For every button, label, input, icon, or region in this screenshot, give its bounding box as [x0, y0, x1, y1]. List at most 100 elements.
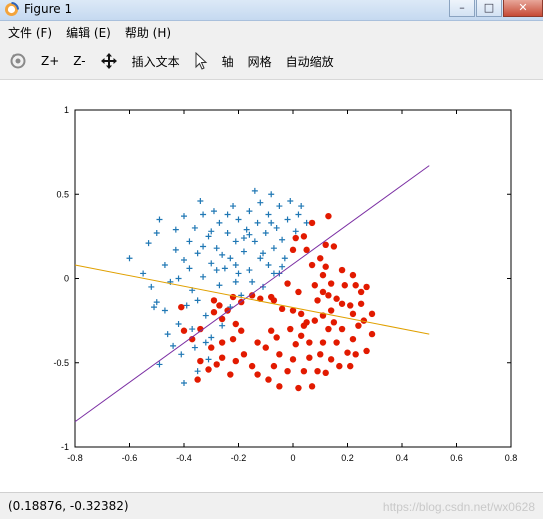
menu-edit[interactable]: 编辑 (E) [58, 24, 117, 41]
autoscale-button[interactable]: 自动缩放 [281, 47, 339, 75]
watermark: https://blog.csdn.net/wx0628 [382, 500, 535, 514]
circle-point [270, 362, 278, 370]
circle-point [254, 371, 261, 378]
circle-point [308, 261, 316, 269]
circle-point [325, 212, 332, 220]
circle-point [232, 320, 239, 328]
circle-point [347, 302, 354, 309]
y-tick-label: 1 [64, 105, 69, 115]
circle-point [338, 325, 346, 333]
pan-move-icon [100, 53, 117, 69]
circle-point [327, 307, 335, 314]
y-tick-label: 0.5 [56, 189, 69, 199]
x-tick-label: -0.4 [176, 453, 192, 463]
circle-point [218, 339, 226, 346]
circle-point [341, 282, 348, 289]
maximize-button[interactable]: □ [476, 0, 502, 17]
x-tick-label: 0.4 [396, 453, 409, 463]
circle-point [265, 376, 272, 383]
insert-text-button[interactable]: 插入文本 [127, 47, 185, 75]
circle-point [327, 356, 335, 363]
cursor-coordinates: (0.18876, -0.32382) [8, 499, 129, 513]
circle-point [347, 362, 354, 370]
circle-point [292, 234, 299, 242]
circle-point [352, 282, 359, 289]
circle-point [218, 354, 226, 361]
pointer-icon [195, 52, 207, 70]
circle-point [284, 367, 291, 375]
close-button[interactable]: ✕ [503, 0, 543, 17]
circle-point [300, 322, 308, 329]
menu-bar: 文件 (F) 编辑 (E) 帮助 (H) [0, 21, 543, 43]
circle-point [363, 283, 370, 291]
circle-point [216, 302, 223, 309]
circle-point [229, 293, 237, 301]
circle-point [240, 351, 248, 358]
circle-point [352, 351, 359, 358]
circle-point [289, 356, 297, 363]
x-tick-label: -0.6 [122, 453, 138, 463]
menu-help[interactable]: 帮助 (H) [117, 24, 177, 41]
circle-point [289, 246, 297, 254]
circle-point [180, 327, 188, 334]
circle-point [368, 330, 376, 338]
circle-point [349, 310, 357, 318]
rotate-button[interactable] [4, 47, 32, 75]
x-tick-label: 0 [290, 453, 295, 463]
circle-point [322, 263, 329, 270]
circle-point [229, 335, 237, 343]
circle-point [295, 384, 302, 392]
circle-point [194, 376, 201, 383]
toolbar: Z+ Z- 插入文本 轴 网格 自动缩放 [0, 43, 543, 80]
window-controls: – □ ✕ [448, 0, 543, 20]
circle-point [314, 367, 321, 375]
circle-point [319, 288, 327, 296]
octave-logo-icon [5, 2, 19, 16]
axes-box [74, 109, 512, 448]
circle-point [319, 339, 327, 346]
circle-point [344, 349, 351, 356]
window-title: Figure 1 [24, 2, 73, 16]
circle-point [297, 310, 305, 318]
circle-point [357, 300, 365, 307]
circle-point [314, 297, 321, 304]
circle-point [262, 344, 269, 351]
scatter-chart[interactable]: -0.8 -0.6 -0.4 -0.2 0 0.2 0.4 0.6 0.8 -1 -0.5 0 0.5 1 [0, 80, 543, 492]
rotate-icon [10, 53, 26, 69]
zoom-out-button[interactable]: Z- [68, 47, 90, 75]
circle-point [325, 292, 332, 299]
select-pointer-button[interactable] [189, 47, 213, 75]
circle-point [210, 309, 218, 316]
circle-point [197, 357, 204, 365]
axis-button[interactable]: 轴 [217, 47, 239, 75]
circle-point [205, 366, 212, 373]
circle-point [355, 322, 362, 329]
circle-point [210, 297, 218, 304]
grid-button[interactable]: 网格 [243, 47, 277, 75]
circle-point [232, 357, 239, 365]
circle-point [306, 339, 313, 346]
x-tick-label: 0.8 [505, 453, 518, 463]
zoom-in-button[interactable]: Z+ [36, 47, 64, 75]
y-tick-label: -1 [61, 442, 69, 452]
circle-point [322, 369, 329, 377]
pan-button[interactable] [95, 47, 123, 75]
circle-point [336, 362, 343, 370]
circle-point [349, 271, 357, 279]
plot-area[interactable]: -0.8 -0.6 -0.4 -0.2 0 0.2 0.4 0.6 0.8 -1 -0.5 0 0.5 1 [0, 80, 543, 492]
circle-point [276, 351, 283, 358]
circle-point [284, 280, 291, 287]
circle-point [273, 334, 280, 341]
circle-point [311, 282, 318, 289]
circle-point [208, 344, 215, 351]
status-bar: (0.18876, -0.32382) https://blog.csdn.ne… [0, 492, 543, 519]
circle-point [317, 255, 324, 262]
circle-point [292, 341, 299, 348]
minimize-button[interactable]: – [449, 0, 475, 17]
circle-point [333, 295, 340, 302]
circle-point [368, 310, 376, 318]
circle-point [295, 288, 302, 296]
circle-point [308, 383, 316, 390]
circle-point [297, 332, 305, 339]
menu-file[interactable]: 文件 (F) [0, 24, 58, 41]
